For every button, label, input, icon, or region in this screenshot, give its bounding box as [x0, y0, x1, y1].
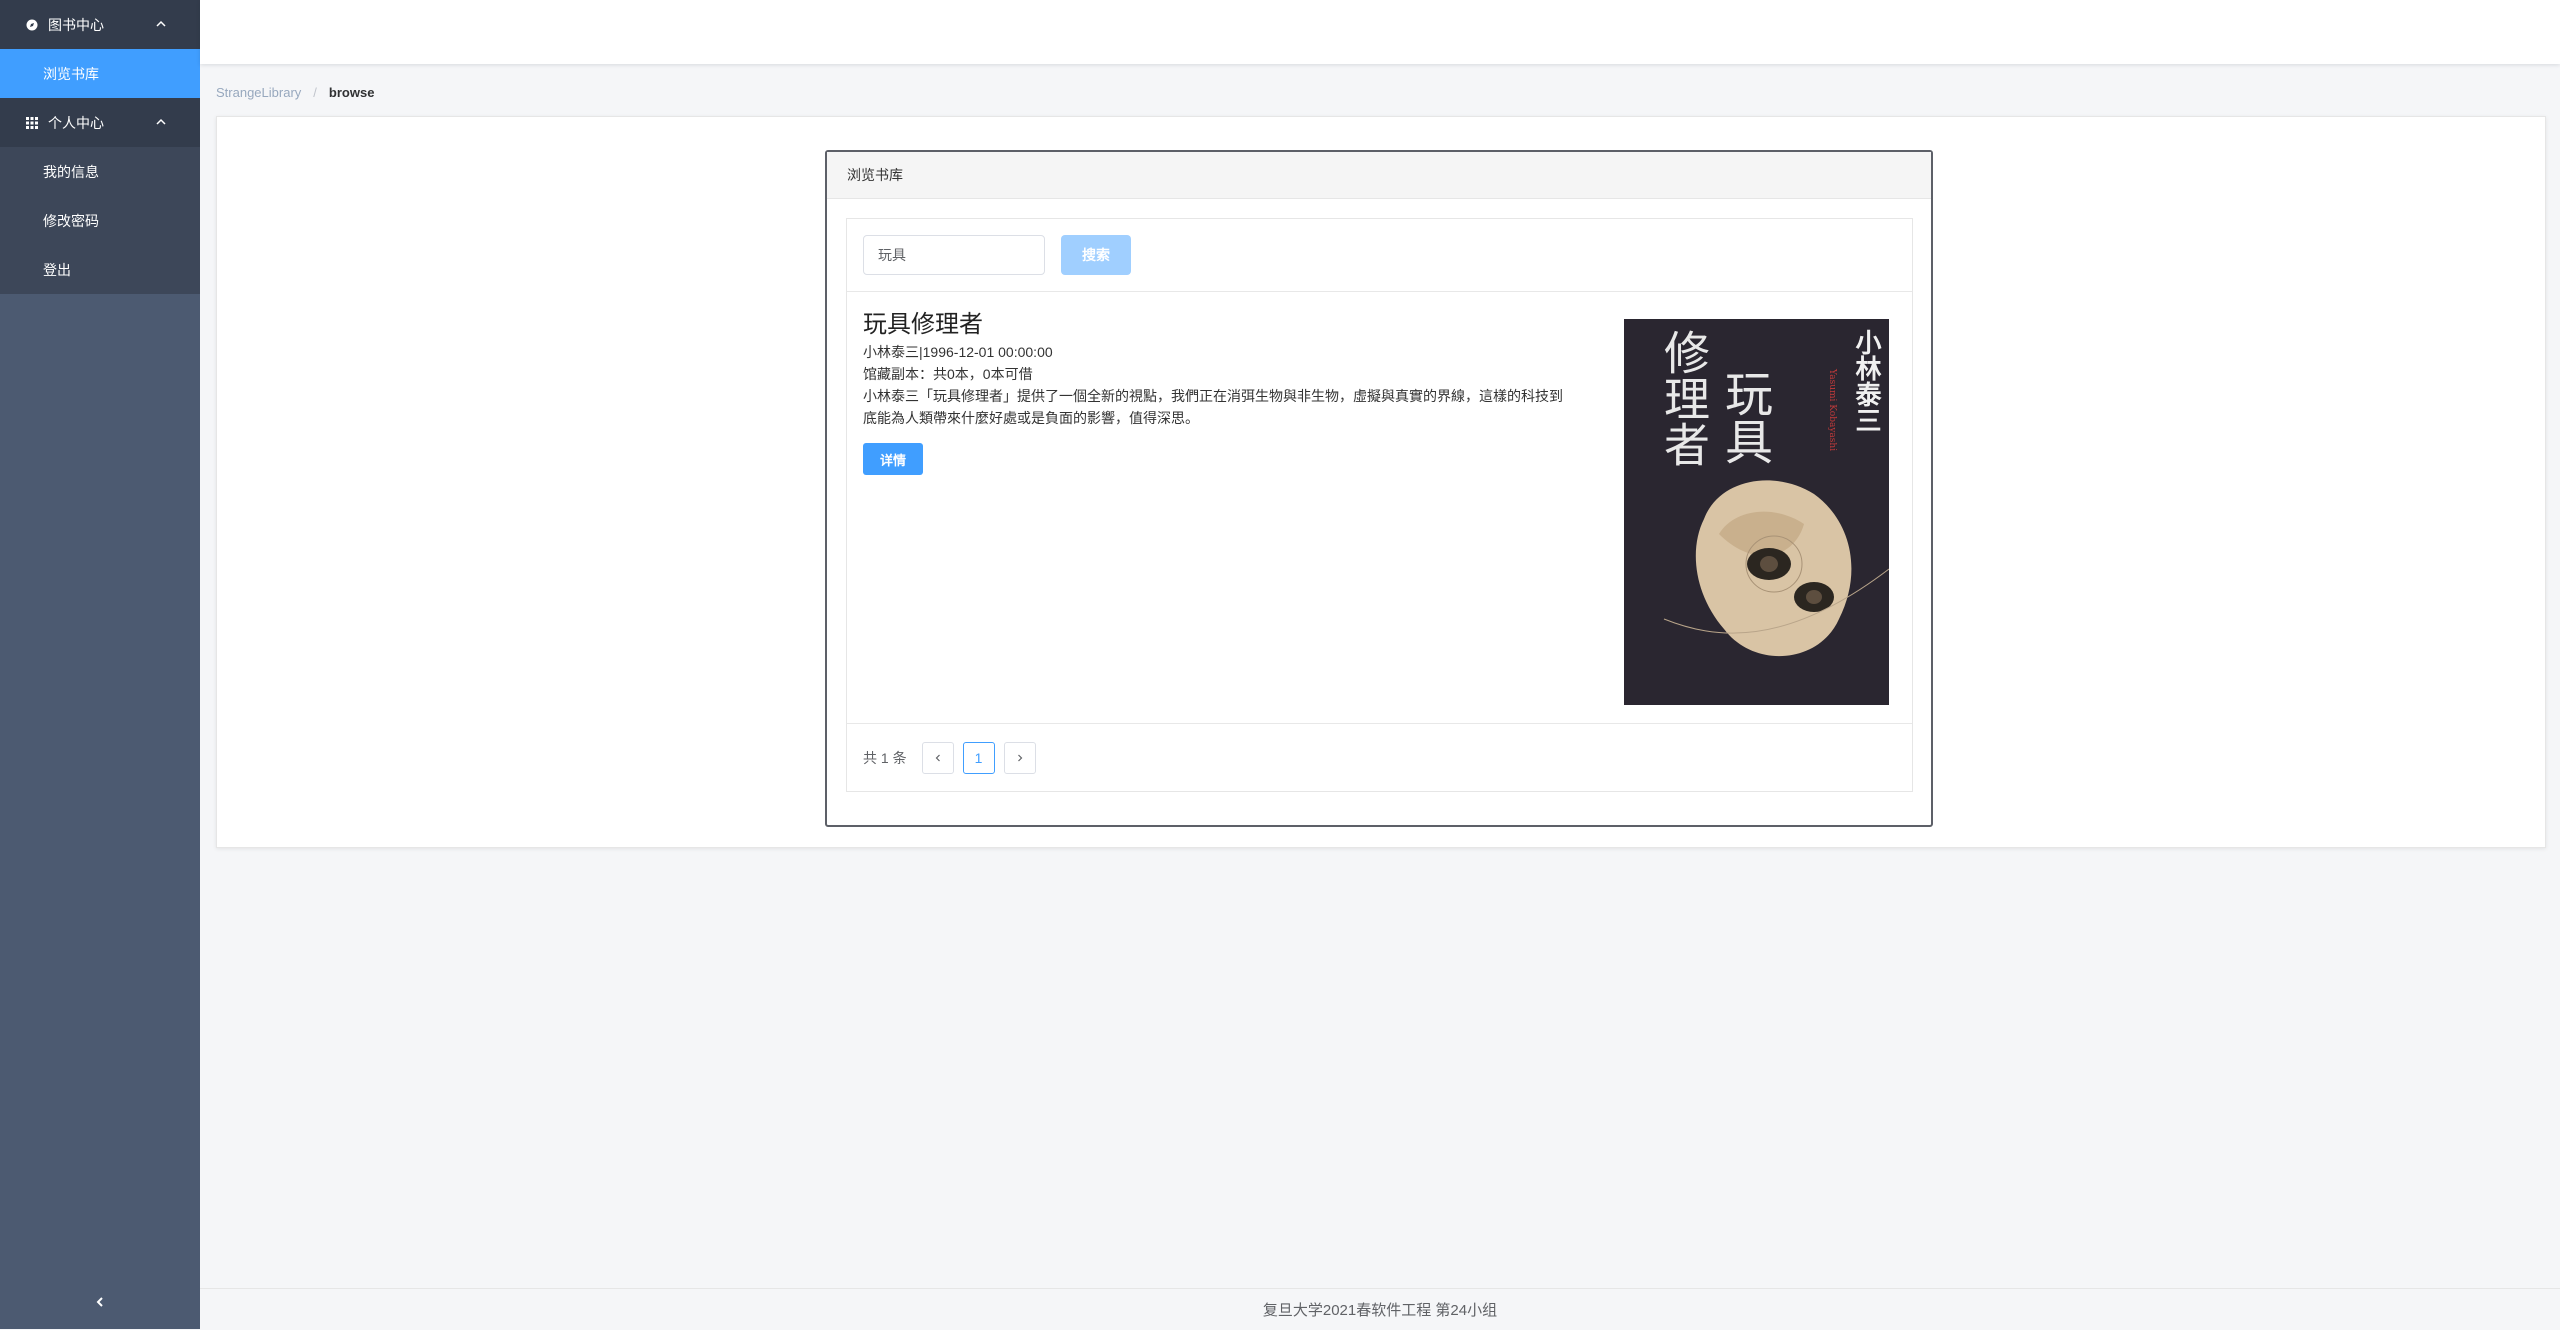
book-item: 玩具修理者 小林泰三|1996-12-01 00:00:00 馆藏副本：共0本，…	[863, 309, 1903, 709]
page-number-button[interactable]: 1	[962, 741, 995, 774]
top-header	[200, 0, 2560, 64]
grid-icon	[25, 116, 39, 130]
breadcrumb: StrangeLibrary / browse	[216, 80, 374, 104]
breadcrumb-current: browse	[328, 84, 375, 100]
menu-item-logout[interactable]: 登出	[0, 245, 200, 294]
card-title: 浏览书库	[827, 152, 1931, 199]
menu-item-browse-library[interactable]: 浏览书库	[0, 49, 200, 98]
chevron-left-icon	[93, 1295, 107, 1314]
submenu-library-list: 浏览书库	[0, 49, 200, 98]
compass-icon	[25, 18, 39, 32]
detail-button[interactable]: 详情	[863, 443, 923, 475]
book-description: 小林泰三「玩具修理者」提供了一個全新的視點，我們正在消弭生物與非生物，虛擬與真實…	[863, 388, 1563, 426]
submenu-personal[interactable]: 个人中心	[0, 98, 200, 147]
menu-group-personal: 个人中心 我的信息 修改密码 登出	[0, 98, 200, 294]
chevron-up-icon	[154, 115, 168, 129]
pagination-total: 共 1 条	[863, 749, 907, 766]
chevron-left-icon	[935, 754, 940, 761]
prev-page-button[interactable]	[921, 741, 954, 774]
menu-item-my-info[interactable]: 我的信息	[0, 147, 200, 196]
submenu-library[interactable]: 图书中心	[0, 0, 200, 49]
submenu-personal-label: 个人中心	[48, 114, 104, 131]
sidebar-collapse-button[interactable]	[0, 1279, 200, 1329]
chevron-right-icon	[1017, 754, 1022, 761]
book-cover-image[interactable]: 玩具 修理者 小林泰三 Yasumi Kobayashi	[1624, 319, 1889, 705]
menu-item-change-password[interactable]: 修改密码	[0, 196, 200, 245]
submenu-personal-list: 我的信息 修改密码 登出	[0, 147, 200, 294]
submenu-library-label: 图书中心	[48, 16, 104, 33]
pagination: 共 1 条 1	[847, 723, 1912, 791]
search-row: 搜索	[847, 219, 1912, 292]
cover-title-line2: 修理者	[1657, 329, 1711, 467]
browse-card: 浏览书库 搜索 玩具修理者 小林泰三|1996-12-01 00:00:00 馆…	[825, 150, 1933, 827]
breadcrumb-root[interactable]: StrangeLibrary	[216, 85, 301, 100]
chevron-up-icon	[154, 17, 168, 31]
sidebar: 图书中心 浏览书库 个人中心 我的信息 修改密码 登出	[0, 0, 200, 1329]
book-list-container: 搜索 玩具修理者 小林泰三|1996-12-01 00:00:00 馆藏副本：共…	[846, 218, 1913, 792]
search-button[interactable]: 搜索	[1061, 235, 1131, 275]
cover-author-romaji: Yasumi Kobayashi	[1827, 368, 1837, 451]
cover-author: 小林泰三	[1851, 329, 1881, 433]
search-input[interactable]	[863, 235, 1045, 275]
footer: 复旦大学2021春软件工程 第24小组	[200, 1288, 2560, 1330]
menu-group-library: 图书中心 浏览书库	[0, 0, 200, 98]
cover-title-line1: 玩具	[1716, 369, 1772, 465]
next-page-button[interactable]	[1003, 741, 1036, 774]
breadcrumb-separator: /	[313, 84, 317, 100]
footer-text: 复旦大学2021春软件工程 第24小组	[1262, 1302, 1498, 1319]
